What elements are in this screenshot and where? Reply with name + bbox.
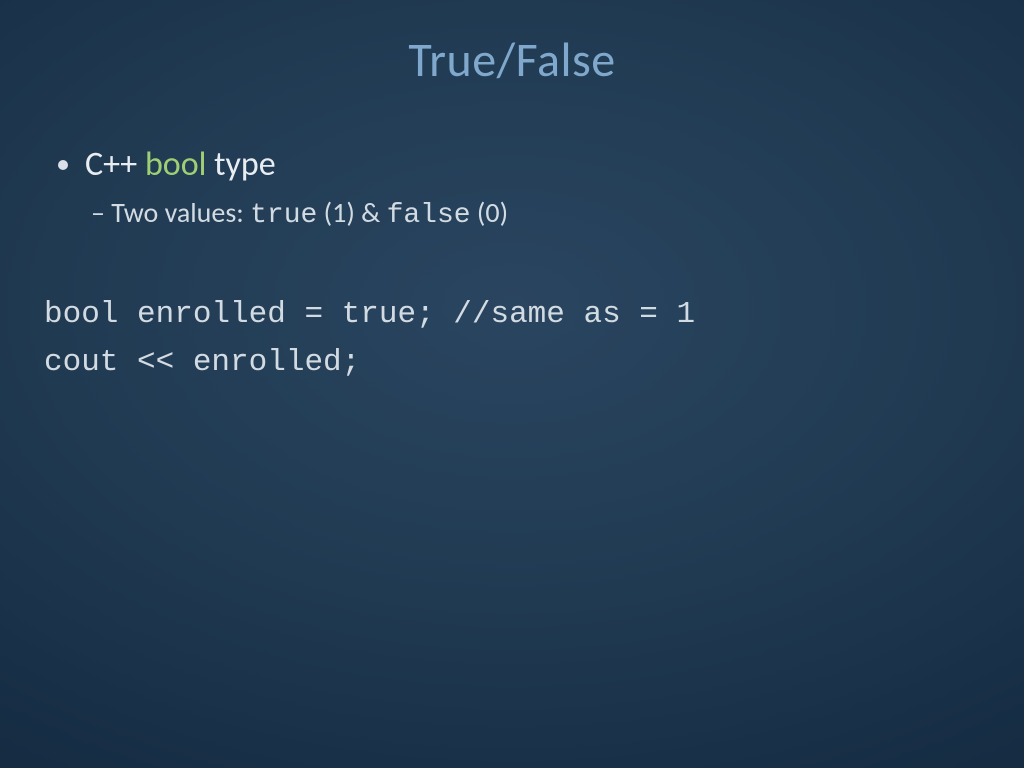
slide-title: True/False bbox=[50, 30, 974, 89]
bullet-list: C++ bool type Two values: true (1) & fal… bbox=[50, 144, 974, 231]
sub-bullet-two-values: Two values: true (1) & false (0) bbox=[113, 195, 974, 231]
code-line-2: cout << enrolled; bbox=[44, 345, 360, 380]
sub-text-mid: (1) & bbox=[317, 195, 386, 230]
true-literal: true bbox=[250, 200, 317, 231]
sub-bullet-list: Two values: true (1) & false (0) bbox=[85, 195, 974, 231]
bullet-text-suffix: type bbox=[206, 144, 275, 185]
bool-keyword: bool bbox=[145, 144, 207, 185]
sub-text-suffix: (0) bbox=[471, 195, 509, 230]
bullet-item-bool-type: C++ bool type Two values: true (1) & fal… bbox=[85, 144, 974, 231]
code-block: bool enrolled = true; //same as = 1 cout… bbox=[44, 291, 974, 387]
sub-text-prefix: Two values: bbox=[111, 195, 250, 230]
code-line-1: bool enrolled = true; //same as = 1 bbox=[44, 297, 695, 332]
bullet-text-prefix: C++ bbox=[85, 144, 145, 185]
slide: True/False C++ bool type Two values: tru… bbox=[0, 0, 1024, 768]
false-literal: false bbox=[387, 200, 471, 231]
